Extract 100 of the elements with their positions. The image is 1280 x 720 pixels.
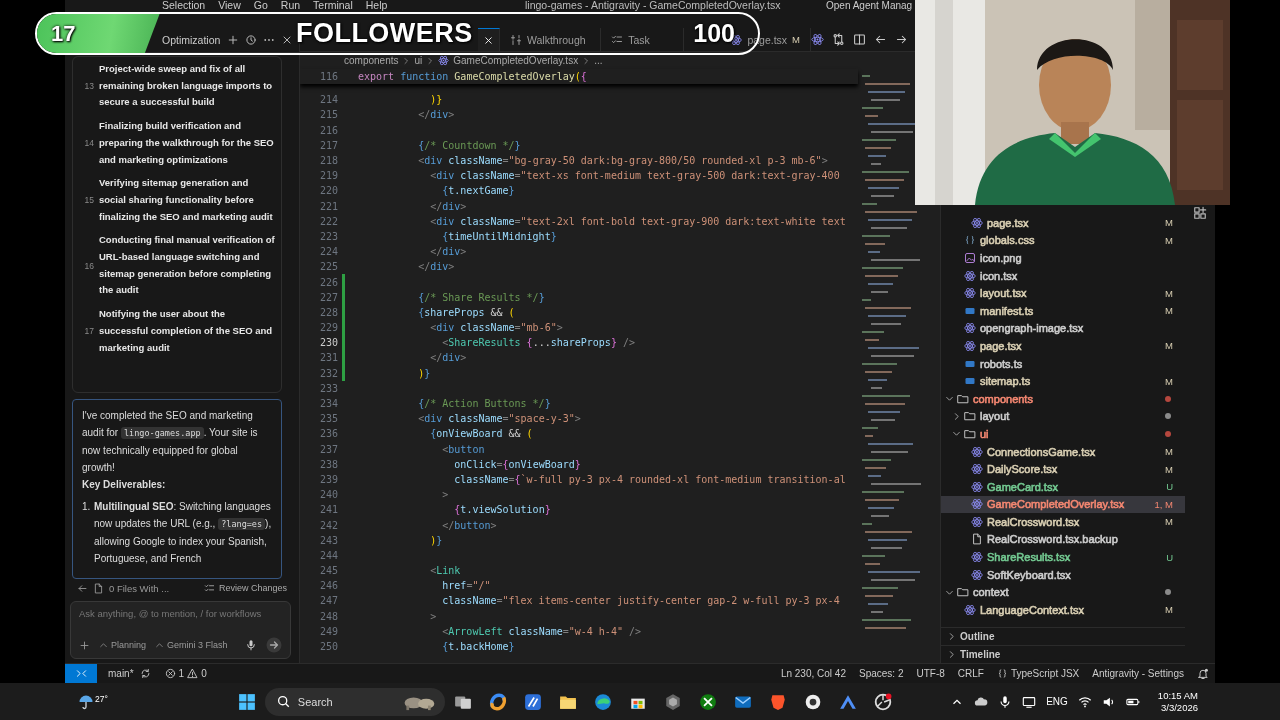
file-item[interactable]: LanguageContext.tsx M	[941, 601, 1185, 619]
code-line: </div>	[430, 246, 467, 258]
folder-item[interactable]: ui	[941, 425, 1185, 443]
game-icon[interactable]	[698, 692, 717, 711]
file-item[interactable]: ConnectionsGame.tsx M	[941, 442, 1185, 461]
split-editor-icon[interactable]	[853, 33, 866, 46]
file-item[interactable]: layout.tsx M	[941, 284, 1185, 302]
menu-item[interactable]: Go	[253, 0, 268, 11]
file-item[interactable]: manifest.ts M	[941, 301, 1185, 320]
menu-item[interactable]: Run	[280, 0, 301, 11]
file-item[interactable]: GameCard.tsx U	[941, 477, 1185, 496]
code-line: {onViewBoard && (	[430, 428, 533, 440]
file-item[interactable]: RealCrossword.tsx.backup	[941, 530, 1185, 549]
browser-icon[interactable]	[593, 692, 612, 711]
line-number: 116	[318, 71, 338, 83]
file-item[interactable]: globals.css M	[941, 231, 1185, 250]
close-icon[interactable]	[483, 34, 494, 46]
folder-item[interactable]: layout	[941, 407, 1185, 426]
close-icon[interactable]	[281, 34, 293, 46]
microphone-icon[interactable]	[245, 639, 257, 651]
file-item[interactable]: RealCrossword.tsx M	[941, 513, 1185, 531]
folder-icon	[964, 410, 976, 423]
file-item[interactable]: ShareResults.tsx U	[941, 548, 1185, 566]
send-icon[interactable]	[266, 637, 282, 653]
message-input[interactable]: Ask anything, @ to mention, / for workflows	[79, 608, 282, 624]
search-field[interactable]: Search	[264, 687, 445, 716]
umbrella-icon[interactable]	[78, 693, 94, 710]
folder-item[interactable]: components	[941, 389, 1185, 408]
tile-icon[interactable]	[523, 692, 542, 711]
breadcrumb-item[interactable]: ui	[414, 55, 423, 66]
breadcrumb-item[interactable]: components	[344, 55, 399, 66]
plus-icon[interactable]	[227, 34, 239, 46]
line-number: 235	[318, 413, 338, 425]
layout-icon[interactable]	[1193, 206, 1207, 220]
back-icon[interactable]	[77, 582, 88, 594]
react-icon[interactable]	[811, 33, 824, 46]
react-file-icon	[971, 463, 983, 476]
editor-tab[interactable]	[478, 28, 500, 51]
menu-item[interactable]: Help	[365, 0, 388, 11]
cloud-icon[interactable]	[974, 694, 989, 709]
code-line: href="/"	[442, 580, 491, 592]
menu-item[interactable]: Selection	[162, 0, 206, 11]
breadcrumb-item[interactable]: GameCompletedOverlay.tsx	[453, 55, 579, 66]
agent-manager-link[interactable]: Open Agent Manag	[826, 0, 913, 11]
wifi-icon[interactable]	[1077, 694, 1092, 709]
compare-icon[interactable]	[832, 33, 845, 46]
file-item[interactable]: DailyScore.tsx M	[941, 460, 1185, 478]
clock[interactable]: 10:15 AM 3/3/2026	[1157, 689, 1198, 714]
status-item[interactable]: CRLF	[957, 668, 984, 679]
status-item[interactable]: Ln 230, Col 42	[780, 668, 846, 679]
section-header[interactable]: Outline	[941, 627, 1185, 645]
chat-input-field[interactable]: Ask anything, @ to mention, / for workflows Planning Gemini 3 Flash	[70, 601, 291, 659]
line-number: 221	[318, 200, 338, 212]
step-number: 17	[83, 326, 95, 337]
forward-icon[interactable]	[895, 33, 908, 46]
notification-icon[interactable]	[1197, 667, 1209, 680]
file-item[interactable]: page.tsx M	[941, 337, 1185, 355]
problems-indicator[interactable]: 1 0	[164, 668, 207, 679]
status-item[interactable]: Antigravity - Settings	[1092, 668, 1184, 679]
react-file-icon	[964, 287, 976, 300]
aperture-icon[interactable]	[873, 692, 892, 711]
panel-tab[interactable]: Optimization	[162, 34, 221, 46]
status-item[interactable]: Spaces: 2	[858, 668, 904, 679]
plus-icon[interactable]	[79, 639, 90, 651]
language-indicator[interactable]: ENG	[1046, 696, 1068, 707]
editor-tab[interactable]: Task	[601, 28, 685, 51]
menu-item[interactable]: Terminal	[313, 0, 353, 11]
file-item[interactable]: robots.ts	[941, 354, 1185, 373]
branch-label[interactable]: main*	[108, 668, 134, 679]
model-picker[interactable]: Gemini 3 Flash	[155, 640, 228, 650]
code-line: <ArrowLeft className="w-4 h-4" />	[442, 625, 641, 637]
windows-icon[interactable]	[237, 692, 256, 711]
react-file-icon	[438, 55, 450, 66]
line-number: 225	[318, 261, 338, 273]
file-item[interactable]: icon.png	[941, 249, 1185, 267]
file-item[interactable]: sitemap.ts M	[941, 372, 1185, 390]
hexagon-icon[interactable]	[663, 692, 682, 711]
monitor-icon[interactable]	[1022, 694, 1037, 709]
review-changes-button[interactable]: Review Changes	[203, 582, 287, 594]
status-item[interactable]: UTF-8	[916, 668, 945, 679]
file-item[interactable]: icon.tsx	[941, 266, 1185, 285]
mode-picker[interactable]: Planning	[99, 640, 147, 650]
history-icon[interactable]	[245, 34, 257, 46]
breadcrumb-item[interactable]: ...	[594, 55, 603, 66]
file-item[interactable]: opengraph-image.tsx	[941, 319, 1185, 338]
shield-icon[interactable]	[768, 692, 787, 711]
sync-icon[interactable]	[139, 668, 151, 679]
code-line: <div className="bg-gray-50 dark:bg-gray-800/50 rounded-xl p-3 mb-6">	[418, 155, 828, 167]
menu-item[interactable]: View	[218, 0, 241, 11]
file-item[interactable]: SoftKeyboard.tsx	[941, 565, 1185, 584]
line-number: 247	[318, 595, 338, 607]
files-changed-label: 0 Files With ...	[109, 582, 170, 594]
editor-tab[interactable]: Walkthrough	[500, 28, 602, 51]
folder-item[interactable]: context	[941, 583, 1185, 602]
language-mode[interactable]: TypeScript JSX	[996, 668, 1080, 679]
swirl-icon[interactable]	[488, 692, 507, 711]
file-item[interactable]: page.tsx M	[941, 214, 1185, 232]
back-icon[interactable]	[874, 33, 887, 46]
code-line: <div className="text-2xl font-bold text-gray-900 dark:text-white text	[430, 215, 846, 227]
file-item[interactable]: GameCompletedOverlay.tsx 1, M	[941, 495, 1185, 514]
